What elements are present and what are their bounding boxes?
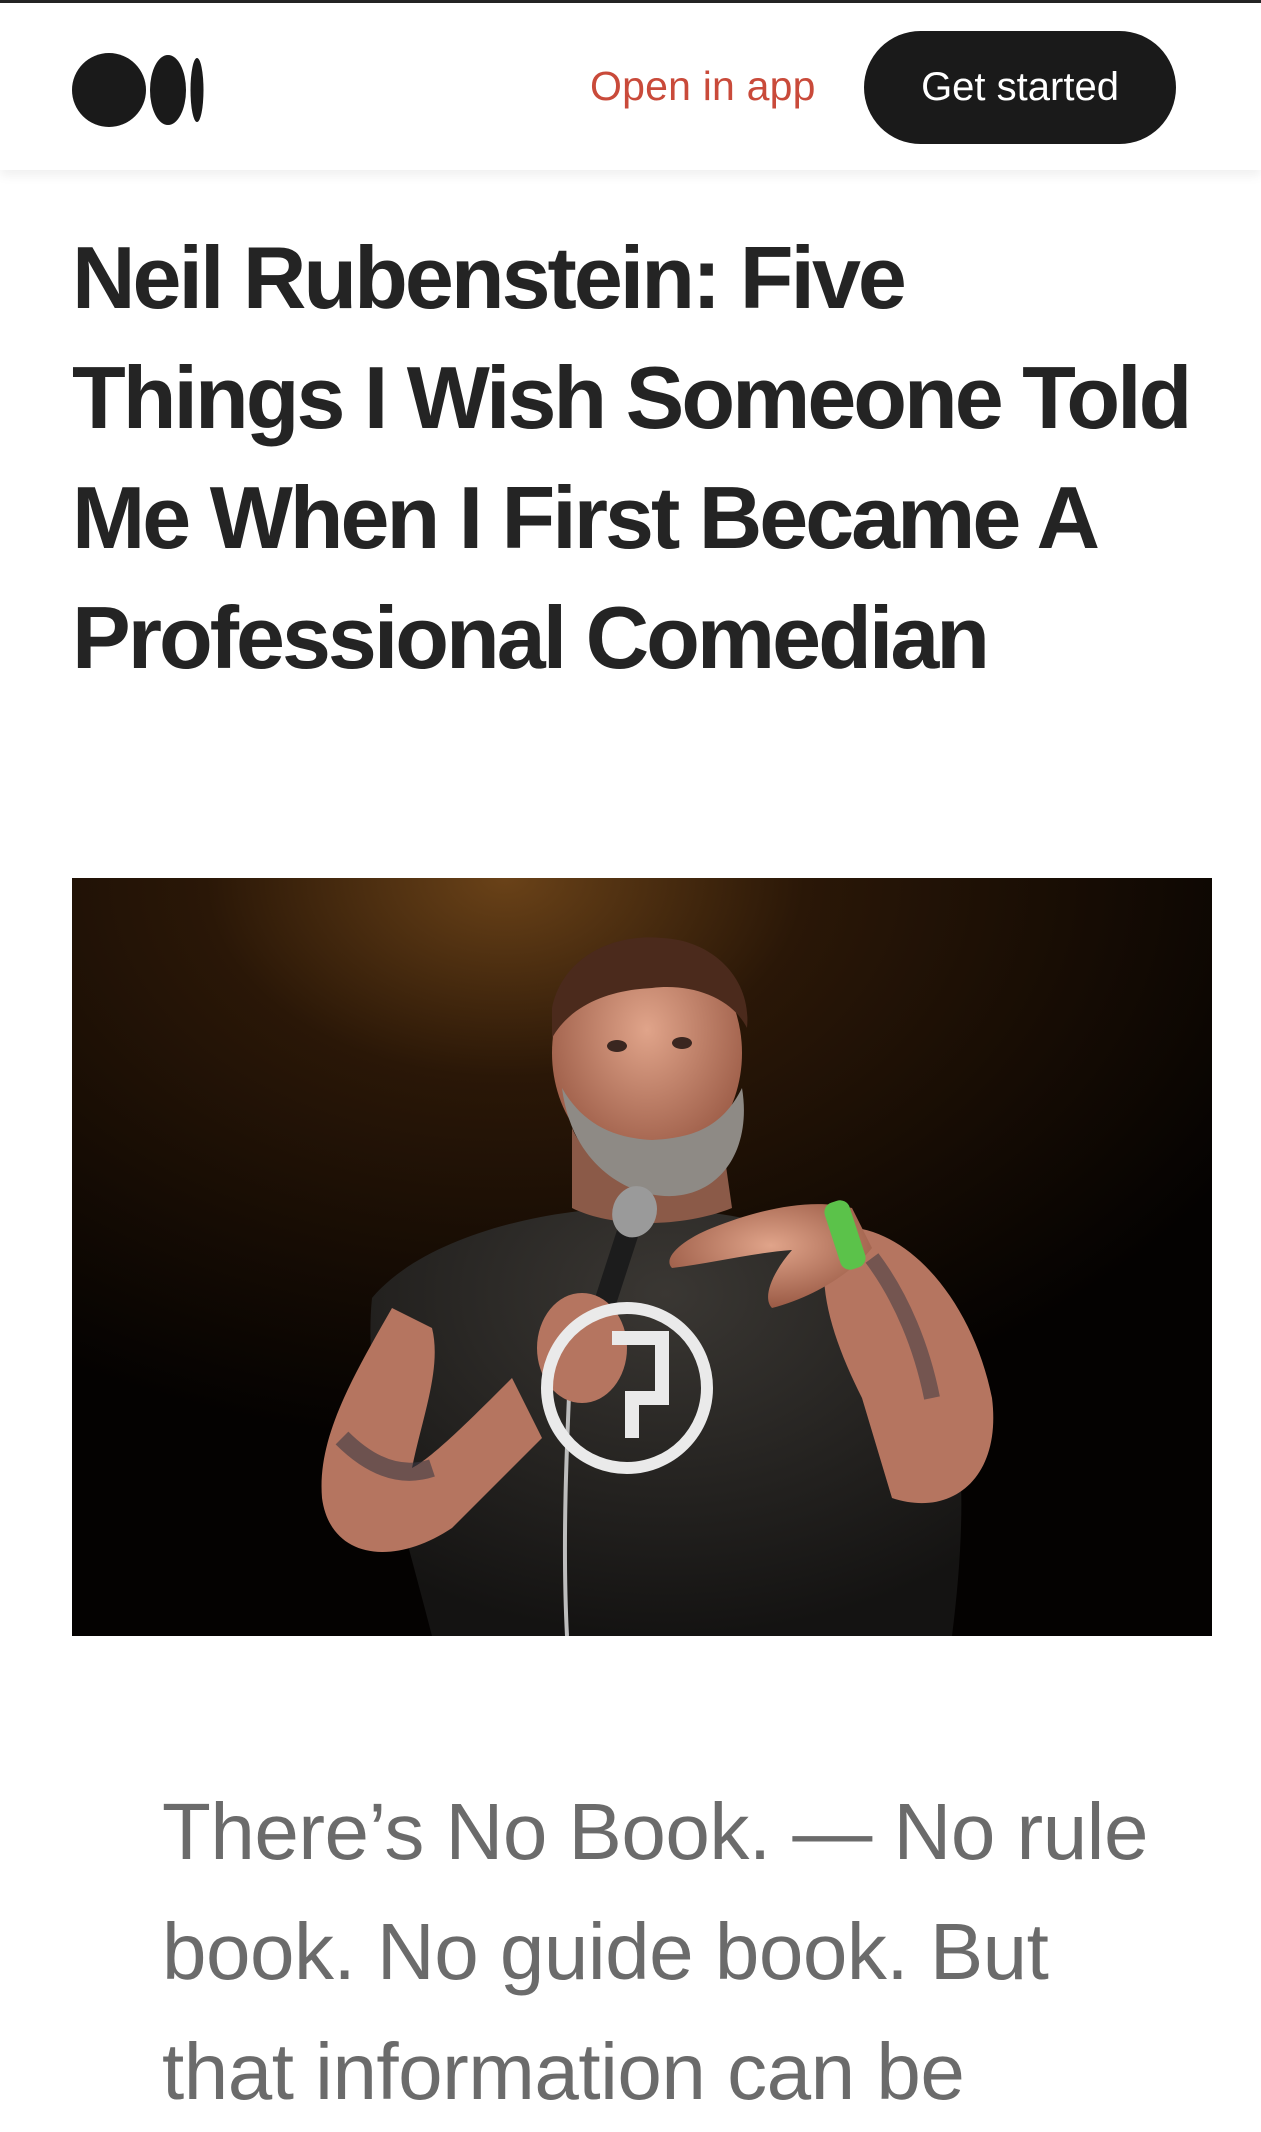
comedian-on-stage-photo xyxy=(72,878,1212,1636)
article-lede: There’s No Book. — No rule book. No guid… xyxy=(162,1787,1148,2116)
get-started-button[interactable]: Get started xyxy=(864,31,1176,144)
medium-logo-icon[interactable] xyxy=(72,53,204,127)
site-header: Open in app Get started xyxy=(0,3,1261,170)
hero-image xyxy=(72,878,1212,1636)
open-in-app-link[interactable]: Open in app xyxy=(590,63,816,110)
article-title: Neil Rubenstein: Five Things I Wish Some… xyxy=(72,228,1192,687)
